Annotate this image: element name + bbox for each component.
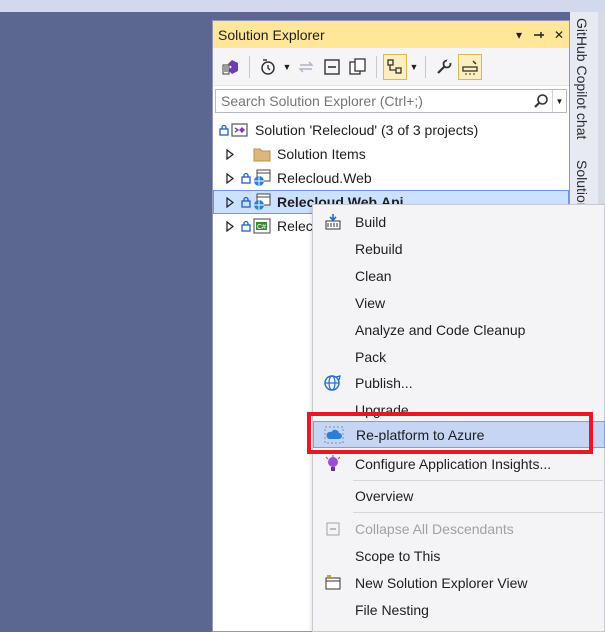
menu-item-file-nesting[interactable]: File Nesting	[313, 596, 605, 623]
search-icon[interactable]	[530, 90, 552, 112]
menu-item-clean[interactable]: Clean	[313, 262, 605, 289]
menu-item-build[interactable]: Build	[313, 208, 605, 235]
web-project-icon	[253, 193, 271, 211]
solution-icon	[231, 121, 249, 139]
publish-globe-icon	[313, 369, 353, 396]
toolbar-separator	[425, 55, 426, 78]
menu-item-label: Upgrade	[355, 401, 409, 418]
menu-item-label: Scope to This	[355, 547, 441, 564]
lock-icon	[219, 124, 229, 136]
expand-arrow-icon[interactable]	[223, 219, 237, 233]
window-position-dropdown-icon[interactable]: ▾	[509, 25, 529, 45]
close-icon[interactable]: ✕	[549, 25, 569, 45]
expand-arrow-icon[interactable]	[223, 195, 237, 209]
search-input[interactable]	[216, 90, 530, 112]
menu-separator	[353, 480, 603, 481]
tree-view-toggle-icon[interactable]	[383, 53, 407, 80]
search-options-dropdown-icon[interactable]: ▼	[552, 90, 566, 112]
menu-item-upgrade[interactable]: Upgrade	[313, 396, 605, 423]
menu-item-label: Analyze and Code Cleanup	[355, 321, 526, 338]
tree-item-solution-items[interactable]: Solution Items	[213, 142, 569, 166]
menu-item-scope-to-this[interactable]: Scope to This	[313, 542, 605, 569]
lock-icon	[241, 220, 251, 232]
collapse-icon	[313, 515, 353, 542]
tree-item-label: Relec	[277, 218, 313, 234]
collapse-all-icon[interactable]	[320, 54, 344, 80]
lock-icon	[241, 172, 251, 184]
panel-toolbar: ▼ ▼	[213, 48, 569, 86]
csharp-project-icon: C#	[253, 217, 271, 235]
expand-arrow-icon[interactable]	[223, 147, 237, 161]
menu-item-new-solution-explorer-view[interactable]: New Solution Explorer View	[313, 569, 605, 596]
menu-item-label: Re-platform to Azure	[356, 426, 485, 443]
top-strip	[0, 0, 605, 12]
panel-title-bar: Solution Explorer ▾ ✕	[213, 21, 569, 48]
menu-item-overview[interactable]: Overview	[313, 482, 605, 509]
menu-item-label: Build	[355, 213, 387, 230]
menu-item-label: Configure Application Insights...	[355, 455, 552, 472]
search-box[interactable]: ▼	[215, 89, 567, 113]
menu-item-label: View	[355, 294, 386, 311]
menu-item-collapse-all-descendants[interactable]: Collapse All Descendants	[313, 515, 605, 542]
menu-item-configure-application-insights[interactable]: Configure Application Insights...	[313, 450, 605, 477]
expand-arrow-icon[interactable]	[223, 171, 237, 185]
menu-item-pack[interactable]: Pack	[313, 343, 605, 370]
switch-views-icon[interactable]	[219, 54, 243, 80]
build-icon	[313, 208, 353, 235]
azure-cloud-icon	[314, 421, 354, 448]
svg-text:C#: C#	[257, 224, 266, 231]
application-insights-icon	[313, 450, 353, 477]
view-options-dropdown-icon[interactable]: ▼	[409, 62, 419, 72]
lock-icon	[241, 196, 251, 208]
filter-dropdown-icon[interactable]: ▼	[282, 62, 292, 72]
menu-item-rebuild[interactable]: Rebuild	[313, 235, 605, 262]
tree-item-label: Solution 'Relecloud' (3 of 3 projects)	[255, 122, 479, 138]
menu-item-view[interactable]: View	[313, 289, 605, 316]
tree-item-solution[interactable]: Solution 'Relecloud' (3 of 3 projects)	[213, 118, 569, 142]
toolbar-separator	[376, 55, 377, 78]
folder-icon	[253, 145, 271, 163]
menu-item-replatform-to-azure[interactable]: Re-platform to Azure	[313, 421, 605, 448]
solution-explorer-tab[interactable]: Solution	[574, 160, 590, 211]
toolbar-separator	[249, 55, 250, 78]
tree-item-label: Solution Items	[277, 146, 366, 162]
panel-title: Solution Explorer	[218, 26, 325, 43]
menu-separator	[353, 512, 603, 513]
menu-item-analyze-and-code-cleanup[interactable]: Analyze and Code Cleanup	[313, 316, 605, 343]
properties-wrench-icon[interactable]	[432, 54, 456, 80]
pending-changes-filter-icon[interactable]	[256, 54, 280, 80]
menu-item-label: New Solution Explorer View	[355, 574, 528, 591]
menu-item-label: Collapse All Descendants	[355, 520, 514, 537]
menu-item-label: Publish...	[355, 374, 413, 391]
menu-item-publish[interactable]: Publish...	[313, 369, 605, 396]
menu-item-label: Overview	[355, 487, 414, 504]
tree-item-label: Relecloud.Web	[277, 170, 372, 186]
context-menu: Build Rebuild Clean View Analyze and Cod…	[312, 204, 605, 632]
tree-item-relecloud-web[interactable]: Relecloud.Web	[213, 166, 569, 190]
github-copilot-chat-tab[interactable]: GitHub Copilot chat	[574, 18, 590, 139]
pin-icon[interactable]	[529, 25, 549, 45]
menu-item-label: Pack	[355, 348, 387, 365]
web-project-icon	[253, 169, 271, 187]
preview-selected-items-icon[interactable]	[458, 53, 482, 80]
show-all-files-icon[interactable]	[346, 54, 370, 80]
menu-item-label: File Nesting	[355, 601, 429, 618]
new-view-icon	[313, 569, 353, 596]
sync-with-active-document-icon[interactable]	[294, 54, 318, 80]
menu-item-label: Clean	[355, 267, 392, 284]
menu-item-label: Rebuild	[355, 240, 403, 257]
